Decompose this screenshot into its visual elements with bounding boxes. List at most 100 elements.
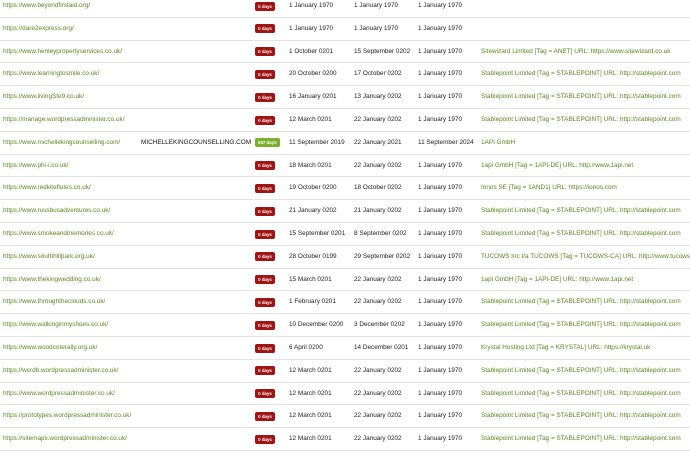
expiry-date: 1 January 1970 — [418, 93, 463, 101]
registrar-link[interactable]: Stablepoint Limited [Tag = STABLEPOINT] … — [481, 63, 690, 85]
registrar-link[interactable]: Stablepoint Limited [Tag = STABLEPOINT] … — [481, 223, 690, 245]
registrar-link[interactable]: Stablepoint Limited [Tag = STABLEPOINT] … — [481, 109, 690, 131]
domain-link[interactable]: https://www.walkinginmyshoes.co.uk/ — [3, 314, 138, 336]
updated-date: 13 January 0202 — [354, 93, 402, 101]
domain-name — [141, 0, 251, 17]
created-date: 15 September 0201 — [289, 230, 346, 237]
table-row: https://prototypes.wordpressadminister.c… — [0, 405, 690, 429]
registrar-link[interactable]: Stablepoint Limited [Tag = STABLEPOINT] … — [481, 86, 690, 108]
created-date: 15 March 0201 — [289, 275, 332, 283]
domain-link[interactable]: https://www.smokeandmemories.co.uk/ — [3, 223, 138, 245]
days-badge-cell: 0 days — [255, 0, 281, 17]
registrar-link[interactable]: 1api GmbH [Tag = 1API-DE] URL: http://ww… — [481, 155, 690, 177]
domain-name — [141, 246, 251, 268]
updated-date: 29 September 0202 — [354, 252, 411, 260]
domain-name — [141, 383, 251, 405]
days-badge: 0 days — [255, 47, 275, 57]
domain-name — [141, 314, 251, 336]
expiry-date: 1 January 1970 — [418, 230, 463, 237]
created-date: 1 January 1970 — [289, 2, 334, 9]
created-date: 20 October 0200 — [289, 70, 337, 78]
days-badge: 0 days — [255, 343, 275, 353]
domain-name: MICHELLEKINGCOUNSELLING.COM — [141, 138, 251, 146]
domain-link[interactable]: https://www.livingSte9.co.uk/ — [3, 86, 138, 108]
days-badge: 0 days — [255, 434, 275, 444]
table-row: https://www.michellekingcounselling.com/… — [0, 132, 690, 155]
updated-date: 22 January 0202 — [354, 298, 402, 306]
registrar-link[interactable]: Stablepoint Limited [Tag = STABLEPOINT] … — [481, 314, 690, 336]
domain-link[interactable]: https://www.southhillpark.org.uk/ — [3, 246, 138, 268]
domain-link[interactable]: https://wcrdb.wordpressadminister.co.uk/ — [3, 360, 138, 382]
domain-name — [141, 63, 251, 85]
days-badge: 0 days — [255, 92, 275, 102]
table-row: https://www.woodcoterally.org.uk/0 days 6… — [0, 337, 690, 360]
domain-link[interactable]: https://www.phi-i.co.uk/ — [3, 155, 138, 177]
registrar-link[interactable]: Krystal Hosting Ltd [Tag = KRYSTAL] URL:… — [481, 337, 690, 359]
updated-date: 22 January 0202 — [354, 161, 402, 169]
days-badge: 0 days — [255, 24, 275, 34]
domain-link[interactable]: https://www.wordpressadminister.co.uk/ — [3, 383, 138, 405]
domain-name — [141, 360, 251, 382]
registrar-link[interactable] — [481, 18, 690, 40]
updated-date: 17 October 0202 — [354, 70, 402, 78]
domain-link[interactable]: https://www.redkiteflutes.co.uk/ — [3, 177, 138, 199]
days-badge: 0 days — [255, 389, 275, 399]
created-date: 1 October 0201 — [289, 47, 334, 55]
days-badge: 0 days — [255, 229, 275, 239]
domain-name — [141, 86, 251, 108]
registrar-link[interactable]: 1api GmbH [Tag = 1API-DE] URL: http://ww… — [481, 269, 690, 291]
table-row: https://www.livingSte9.co.uk/0 days 16 Ja… — [0, 86, 690, 109]
registrar-link[interactable]: Stablepoint Limited [Tag = STABLEPOINT] … — [481, 291, 690, 313]
registrar-link[interactable]: Stablepoint Limited [Tag = STABLEPOINT] … — [481, 360, 690, 382]
days-badge-cell: 0 days — [255, 291, 281, 313]
created-date: 12 March 0201 — [289, 366, 332, 374]
expiry-date: 1 January 1970 — [418, 116, 463, 123]
days-badge-cell: 0 days — [255, 200, 281, 222]
domain-name — [141, 41, 251, 63]
days-badge-cell: 0 days — [255, 246, 281, 268]
days-badge: 0 days — [255, 115, 275, 125]
created-date: 19 October 0200 — [289, 184, 337, 192]
registrar-link[interactable]: TUCOWS Inc t/a TUCOWS [Tag = TUCOWS-CA] … — [481, 246, 690, 268]
table-row: https://www.thekingwedding.co.uk/0 days 1… — [0, 269, 690, 292]
expiry-date: 1 January 1970 — [418, 47, 463, 55]
created-date: 12 March 0201 — [289, 389, 332, 397]
domain-link[interactable]: https://www.beyondfirstaid.org/ — [3, 0, 138, 17]
domain-link[interactable]: https://www.michellekingcounselling.com/ — [3, 132, 138, 154]
days-badge-cell: 0 days — [255, 314, 281, 336]
table-row: https://www.wordpressadminister.co.uk/0 … — [0, 383, 690, 406]
updated-date: 14 December 0201 — [354, 344, 409, 351]
registrar-link[interactable] — [481, 0, 690, 17]
domain-link[interactable]: https://www.thekingwedding.co.uk/ — [3, 269, 138, 291]
created-date: 1 January 1970 — [289, 24, 334, 32]
registrar-link[interactable]: Sitewizard Limited [Tag = ANET] URL: htt… — [481, 41, 690, 63]
days-badge: 0 days — [255, 297, 275, 307]
days-badge: 0 days — [255, 411, 275, 421]
domain-link[interactable]: https://prototypes.wordpressadminister.c… — [3, 405, 138, 427]
table-row: https://www.smokeandmemories.co.uk/0 day… — [0, 223, 690, 246]
domain-link[interactable]: https://manage.wordpressadminister.co.uk… — [3, 109, 138, 131]
domain-link[interactable]: https://dare2express.org/ — [3, 18, 138, 40]
updated-date: 22 January 0202 — [354, 116, 402, 123]
table-row: https://sitemaps.wordpressadminister.co.… — [0, 428, 690, 451]
domain-name — [141, 177, 251, 199]
expiry-date: 1 January 1970 — [418, 412, 463, 420]
registrar-link[interactable]: Ionos SE [Tag = 1AND1] URL: https://iono… — [481, 177, 690, 199]
updated-date: 8 September 0202 — [354, 230, 407, 237]
updated-date: 3 December 0202 — [354, 321, 405, 329]
days-badge-cell: 0 days — [255, 383, 281, 405]
registrar-link[interactable]: Stablepoint Limited [Tag = STABLEPOINT] … — [481, 200, 690, 222]
registrar-link[interactable]: Stablepoint Limited [Tag = STABLEPOINT] … — [481, 405, 690, 427]
domain-link[interactable]: https://www.throughtheclouds.co.uk/ — [3, 291, 138, 313]
domain-link[interactable]: https://www.woodcoterally.org.uk/ — [3, 337, 138, 359]
expiry-date: 1 January 1970 — [418, 24, 463, 32]
table-row: https://manage.wordpressadminister.co.uk… — [0, 109, 690, 132]
registrar-link[interactable]: Stablepoint Limited [Tag = STABLEPOINT] … — [481, 383, 690, 405]
domain-link[interactable]: https://www.henleypropertyservices.co.uk… — [3, 41, 138, 63]
updated-date: 18 October 0202 — [354, 184, 402, 192]
domain-link[interactable]: https://www.russbusadventures.co.uk/ — [3, 200, 138, 222]
expiry-date: 1 January 1970 — [418, 161, 463, 169]
created-date: 10 December 0200 — [289, 321, 344, 329]
domain-link[interactable]: https://www.learningtosmile.co.uk/ — [3, 63, 138, 85]
registrar-link[interactable]: 1API GmbH — [481, 132, 690, 154]
